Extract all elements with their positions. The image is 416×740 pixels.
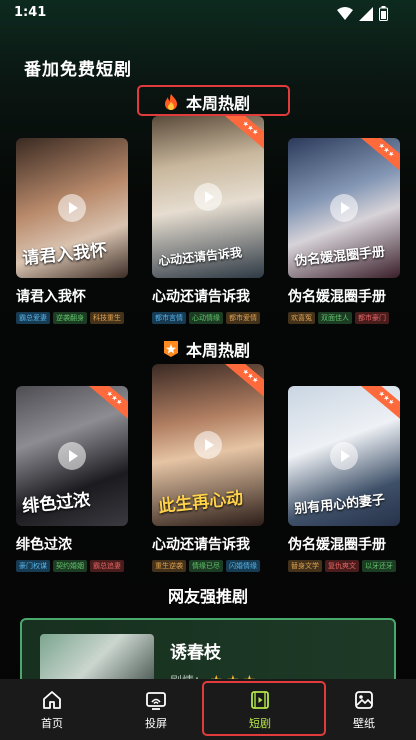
drama-poster[interactable]: ★★★ 此生再心动: [152, 364, 264, 526]
recommend-heading: 网友强推剧: [167, 587, 248, 606]
tag: 欢喜冤: [288, 312, 315, 324]
page-title: 番加免费短剧: [24, 60, 132, 80]
poster-text: 别有用心的妻子: [293, 492, 386, 518]
section-heading-1: 本周热剧: [162, 90, 250, 114]
recommend-title[interactable]: 诱春枝: [170, 638, 221, 663]
wifi-icon: [337, 6, 353, 20]
drama-title[interactable]: 请君入我怀: [16, 286, 128, 306]
play-icon[interactable]: [194, 431, 222, 459]
drama-tags: 重生逆袭 情缘已尽 闪婚情缘: [152, 560, 264, 572]
drama-card[interactable]: ★★★ 心动还请告诉我 心动还请告诉我 都市言情 心动情缘 都市爱情: [152, 116, 264, 324]
play-icon[interactable]: [58, 194, 86, 222]
tag: 霸总追妻: [90, 560, 124, 572]
tab-home[interactable]: 首页: [0, 679, 104, 740]
tag: 双面佳人: [318, 312, 352, 324]
poster-text: 绯色过浓: [21, 490, 92, 518]
tag: 都市豪门: [355, 312, 389, 324]
poster-text: 心动还请告诉我: [157, 245, 243, 269]
tag: 替身文学: [288, 560, 322, 572]
play-icon[interactable]: [58, 442, 86, 470]
ribbon-badge: ★★★: [360, 386, 400, 422]
drama-poster[interactable]: 请君入我怀: [16, 138, 128, 278]
tag: 复仇爽文: [325, 560, 359, 572]
tab-cast-label: 投屏: [145, 716, 167, 730]
tag: 豪门权谋: [16, 560, 50, 572]
tag: 霸总爱妻: [16, 312, 50, 324]
play-icon[interactable]: [330, 442, 358, 470]
ribbon-badge: ★★★: [224, 364, 264, 400]
poster-text: 伪名媛混圈手册: [293, 244, 386, 270]
tag: 都市言情: [152, 312, 186, 324]
home-icon: [43, 690, 61, 709]
drama-row-2: ★★★ 绯色过浓 绯色过浓 豪门权谋 契约婚姻 霸总追妻 ★★★ 此生再心动 心…: [16, 364, 400, 572]
drama-card[interactable]: 请君入我怀 请君入我怀 霸总爱妻 逆袭翻身 科技重生: [16, 138, 128, 324]
tag: 情缘已尽: [189, 560, 223, 572]
status-icons: [337, 6, 388, 21]
play-icon[interactable]: [330, 194, 358, 222]
signal-icon: [359, 6, 373, 21]
play-icon[interactable]: [194, 183, 222, 211]
status-time: 1:41: [14, 5, 47, 20]
drama-title[interactable]: 伪名媛混圈手册: [288, 534, 400, 554]
tab-home-label: 首页: [41, 716, 63, 730]
drama-card[interactable]: ★★★ 别有用心的妻子 伪名媛混圈手册 替身文学 复仇爽文 以牙还牙: [288, 386, 400, 572]
drama-poster[interactable]: ★★★ 绯色过浓: [16, 386, 128, 526]
ribbon-badge: ★★★: [360, 138, 400, 174]
poster-text: 请君入我怀: [21, 240, 109, 270]
tag: 心动情缘: [189, 312, 223, 324]
tag: 以牙还牙: [362, 560, 396, 572]
drama-card[interactable]: ★★★ 伪名媛混圈手册 伪名媛混圈手册 欢喜冤 双面佳人 都市豪门: [288, 138, 400, 324]
tag: 逆袭翻身: [53, 312, 87, 324]
tab-wallpaper-label: 壁纸: [353, 716, 375, 730]
drama-title[interactable]: 心动还请告诉我: [152, 286, 264, 306]
drama-card[interactable]: ★★★ 此生再心动 心动还请告诉我 重生逆袭 情缘已尽 闪婚情缘: [152, 364, 264, 572]
cast-icon: [146, 691, 166, 710]
drama-title[interactable]: 绯色过浓: [16, 534, 128, 554]
ribbon-badge: ★★★: [88, 386, 128, 422]
drama-tags: 替身文学 复仇爽文 以牙还牙: [288, 560, 400, 572]
drama-title[interactable]: 心动还请告诉我: [152, 534, 264, 554]
tag: 科技重生: [90, 312, 124, 324]
drama-tags: 欢喜冤 双面佳人 都市豪门: [288, 312, 400, 324]
fire-icon: [165, 94, 177, 110]
tab-cast[interactable]: 投屏: [104, 679, 208, 740]
battery-icon: [379, 6, 388, 21]
status-bar: 1:41: [0, 0, 416, 28]
drama-poster[interactable]: ★★★ 伪名媛混圈手册: [288, 138, 400, 278]
tag: 闪婚情缘: [226, 560, 260, 572]
wallpaper-icon: [355, 690, 373, 709]
drama-poster[interactable]: ★★★ 心动还请告诉我: [152, 116, 264, 278]
drama-tags: 霸总爱妻 逆袭翻身 科技重生: [16, 312, 128, 324]
drama-row-1: 请君入我怀 请君入我怀 霸总爱妻 逆袭翻身 科技重生 ★★★ 心动还请告诉我 心…: [16, 116, 400, 324]
star-badge-icon: [164, 341, 178, 357]
highlight-box-tab: [202, 681, 326, 736]
tag: 契约婚姻: [53, 560, 87, 572]
tag: 重生逆袭: [152, 560, 186, 572]
tag: 都市爱情: [226, 312, 260, 324]
section-heading-1-label: 本周热剧: [186, 94, 251, 113]
tab-wallpaper[interactable]: 壁纸: [312, 679, 416, 740]
ribbon-badge: ★★★: [224, 116, 264, 152]
poster-text: 此生再心动: [157, 488, 245, 518]
drama-title[interactable]: 伪名媛混圈手册: [288, 286, 400, 306]
drama-tags: 都市言情 心动情缘 都市爱情: [152, 312, 264, 324]
section-heading-2: 本周热剧: [162, 337, 250, 361]
section-heading-2-label: 本周热剧: [186, 341, 251, 360]
drama-card[interactable]: ★★★ 绯色过浓 绯色过浓 豪门权谋 契约婚姻 霸总追妻: [16, 386, 128, 572]
drama-poster[interactable]: ★★★ 别有用心的妻子: [288, 386, 400, 526]
drama-tags: 豪门权谋 契约婚姻 霸总追妻: [16, 560, 128, 572]
